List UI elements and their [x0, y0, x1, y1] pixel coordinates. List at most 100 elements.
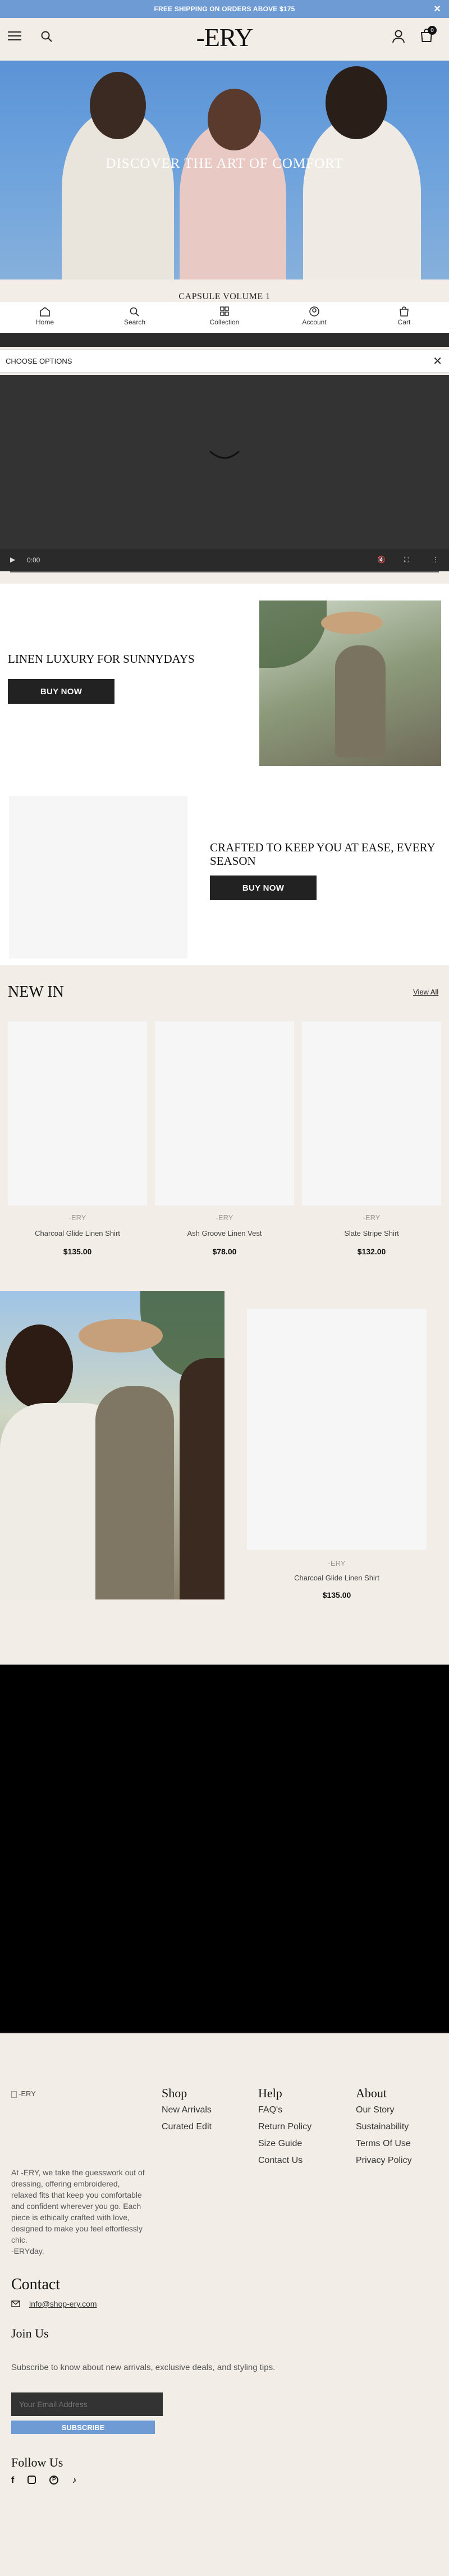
hero-model-left-head: [90, 72, 146, 139]
social-icons: f P ♪: [11, 2476, 76, 2486]
home-icon: [40, 307, 50, 317]
product-brand: -ERY: [216, 1213, 233, 1222]
footer-link-contact-us[interactable]: Contact Us: [258, 2156, 303, 2166]
model-right-body: [180, 1358, 224, 1599]
mail-icon: [11, 2300, 20, 2307]
footer-shop-title: Shop: [162, 2086, 187, 2100]
footer-link-sustainability[interactable]: Sustainability: [356, 2122, 409, 2132]
choose-options-bar: CHOOSE OPTIONS ✕: [0, 349, 449, 373]
tiktok-icon[interactable]: ♪: [72, 2476, 76, 2486]
linen-model-image[interactable]: [259, 601, 441, 766]
fullscreen-icon[interactable]: ⛶: [404, 556, 409, 564]
hero-subtitle: CAPSULE VOLUME 1: [178, 292, 271, 301]
nav-label: Home: [35, 318, 54, 326]
instagram-icon[interactable]: [28, 2476, 36, 2484]
footer-logo-alt: -ERY: [19, 2089, 36, 2098]
footer-link-size-guide[interactable]: Size Guide: [258, 2139, 302, 2149]
product-brand: -ERY: [328, 1559, 346, 1567]
video-time: 0:00: [27, 556, 40, 564]
new-in-title: NEW IN: [8, 983, 64, 1001]
footer-link-faqs[interactable]: FAQ's: [258, 2105, 282, 2115]
footer-logo[interactable]: -ERY: [11, 2089, 36, 2098]
footer-link-our-story[interactable]: Our Story: [356, 2105, 394, 2115]
palm-shape: [259, 601, 327, 668]
cart-button[interactable]: 0: [420, 26, 437, 45]
product-image[interactable]: [8, 1021, 147, 1206]
product-price: $78.00: [212, 1247, 237, 1256]
pinterest-icon[interactable]: P: [49, 2476, 59, 2485]
menu-icon[interactable]: [8, 31, 21, 43]
account-icon: [309, 306, 319, 317]
video-controls: ▶ 0:00 🔇 ⛶ ⋮: [0, 549, 449, 572]
close-icon[interactable]: ✕: [433, 3, 441, 15]
announcement-text: FREE SHIPPING ON ORDERS ABOVE $175: [154, 5, 295, 13]
site-header: -ERY 0: [0, 18, 449, 61]
footer-join-title: Join Us: [11, 2326, 49, 2340]
subscribe-button[interactable]: SUBSCRIBE: [11, 2421, 155, 2434]
footer-help-title: Help: [258, 2086, 282, 2100]
product-price: $135.00: [322, 1590, 351, 1599]
product-price: $135.00: [63, 1247, 92, 1256]
model-left-head: [6, 1324, 73, 1409]
footer-contact-title: Contact: [11, 2276, 61, 2293]
facebook-icon[interactable]: f: [11, 2476, 14, 2486]
model-hat: [321, 612, 383, 634]
footer-link-return-policy[interactable]: Return Policy: [258, 2122, 311, 2132]
broken-image-icon: [11, 2091, 17, 2098]
nav-home[interactable]: Home: [0, 302, 90, 333]
account-icon[interactable]: [392, 29, 405, 44]
mute-icon[interactable]: 🔇: [377, 556, 386, 563]
product-brand: -ERY: [68, 1213, 86, 1222]
footer-hashtag: -ERYday.: [11, 2247, 44, 2256]
site-logo[interactable]: -ERY: [191, 22, 258, 52]
nav-account[interactable]: Account: [269, 302, 359, 333]
crafted-buy-now-button[interactable]: BUY NOW: [210, 876, 317, 900]
product-name[interactable]: Charcoal Glide Linen Shirt: [10, 1229, 145, 1237]
search-icon: [130, 307, 139, 317]
video-progress-bar[interactable]: [10, 571, 439, 572]
cart-count-badge: 0: [428, 26, 437, 35]
new-in-section: NEW IN View All -ERY Charcoal Glide Line…: [0, 965, 449, 1291]
crafted-image[interactable]: [9, 796, 187, 959]
grid-icon: [220, 306, 229, 316]
more-options-icon[interactable]: ⋮: [432, 556, 439, 563]
product-image[interactable]: [302, 1021, 441, 1206]
media-embed[interactable]: [0, 1665, 449, 2032]
divider-strip: [0, 333, 449, 347]
search-icon[interactable]: [40, 30, 53, 43]
nav-label: Collection: [209, 318, 240, 326]
hero-model-right-head: [326, 66, 387, 139]
close-icon[interactable]: ✕: [433, 354, 442, 368]
product-name[interactable]: Charcoal Glide Linen Shirt: [269, 1574, 404, 1582]
product-brand: -ERY: [363, 1213, 381, 1222]
product-image[interactable]: [247, 1309, 427, 1550]
product-name[interactable]: Slate Stripe Shirt: [304, 1229, 439, 1237]
footer-contact-email[interactable]: info@shop-ery.com: [29, 2299, 97, 2308]
feature-model-image[interactable]: [0, 1291, 224, 1599]
announcement-bar: FREE SHIPPING ON ORDERS ABOVE $175 ✕: [0, 0, 449, 18]
product-price: $132.00: [357, 1247, 386, 1256]
product-name[interactable]: Ash Groove Linen Vest: [157, 1229, 292, 1237]
play-icon[interactable]: ▶: [10, 556, 15, 563]
footer-link-terms[interactable]: Terms Of Use: [356, 2139, 411, 2149]
footer-follow-title: Follow Us: [11, 2455, 63, 2469]
nav-search[interactable]: Search: [90, 302, 180, 333]
newsletter-email-input[interactable]: [11, 2392, 163, 2416]
footer-link-new-arrivals[interactable]: New Arrivals: [162, 2105, 212, 2115]
nav-collection[interactable]: Collection: [180, 302, 269, 333]
footer-link-privacy[interactable]: Privacy Policy: [356, 2156, 412, 2166]
linen-luxury-section: LINEN LUXURY FOR SUNNYDAYS BUY NOW: [0, 584, 449, 774]
linen-title: LINEN LUXURY FOR SUNNYDAYS: [8, 652, 195, 666]
model-body: [335, 645, 386, 758]
product-image[interactable]: [155, 1021, 294, 1206]
nav-label: Cart: [397, 318, 411, 326]
hero-banner[interactable]: DISCOVER THE ART OF COMFORT: [0, 61, 449, 279]
cart-icon: [400, 306, 409, 317]
nav-cart[interactable]: Cart: [359, 302, 449, 333]
view-all-link[interactable]: View All: [413, 988, 438, 996]
model-center-body: [95, 1386, 174, 1599]
footer-link-curated-edit[interactable]: Curated Edit: [162, 2122, 212, 2132]
footer-about-text: At -ERY, we take the guesswork out of dr…: [11, 2168, 145, 2244]
linen-buy-now-button[interactable]: BUY NOW: [8, 679, 114, 704]
video-player[interactable]: ▶ 0:00 🔇 ⛶ ⋮: [0, 375, 449, 572]
